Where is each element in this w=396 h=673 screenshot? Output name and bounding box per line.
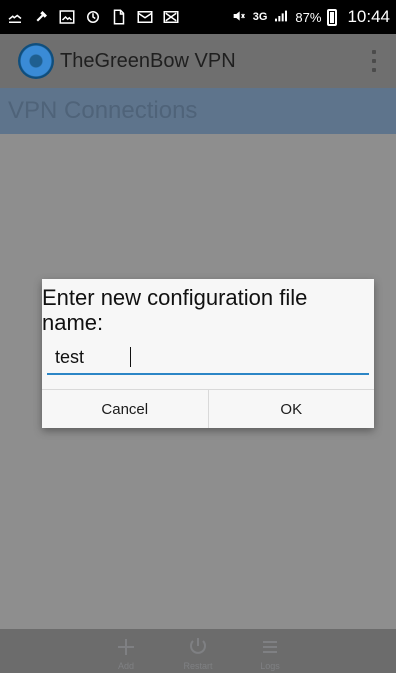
logs-icon — [263, 641, 277, 653]
message-icon — [162, 8, 180, 26]
add-button[interactable]: Add — [105, 635, 147, 671]
overflow-dot — [372, 68, 376, 72]
add-label: Add — [117, 661, 134, 671]
call-icon — [6, 8, 24, 26]
cancel-button[interactable]: Cancel — [42, 390, 209, 428]
battery-icon — [327, 8, 338, 26]
text-caret — [130, 347, 131, 367]
network-type-label: 3G — [252, 10, 268, 23]
logs-label: Logs — [260, 661, 280, 671]
status-left-icons — [6, 8, 180, 26]
signal-icon — [273, 8, 289, 27]
ok-button[interactable]: OK — [209, 390, 375, 428]
mail-icon — [136, 8, 154, 26]
overflow-dot — [372, 59, 376, 63]
sync-icon — [84, 8, 102, 26]
section-title: VPN Connections — [8, 97, 198, 124]
overflow-dot — [372, 50, 376, 54]
status-bar: 3G 87% 10:44 — [0, 0, 396, 34]
plus-icon — [118, 639, 134, 655]
power-icon — [190, 638, 206, 654]
overflow-menu-icon[interactable] — [370, 50, 378, 72]
dialog-title: Enter new configuration file name: — [42, 285, 308, 335]
restart-label: Restart — [183, 661, 213, 671]
logs-button[interactable]: Logs — [249, 635, 291, 671]
app-bar: TheGreenBow VPN — [0, 34, 396, 88]
dialog-actions: Cancel OK — [42, 389, 374, 428]
app-title: TheGreenBow VPN — [60, 49, 236, 72]
file-icon — [110, 8, 128, 26]
restart-button[interactable]: Restart — [177, 635, 219, 671]
new-config-dialog: Enter new configuration file name: Cance… — [42, 279, 374, 428]
config-name-input[interactable] — [47, 341, 369, 375]
mute-icon — [231, 8, 247, 27]
section-header: VPN Connections — [0, 88, 396, 134]
app-logo-icon — [18, 43, 54, 79]
status-right-icons: 3G 87% 10:44 — [231, 7, 390, 27]
status-time: 10:44 — [347, 7, 390, 26]
wrench-icon — [32, 8, 50, 26]
image-icon — [58, 8, 76, 26]
battery-percentage: 87% — [295, 9, 322, 25]
bottom-action-bar: Add Restart Logs — [0, 629, 396, 673]
